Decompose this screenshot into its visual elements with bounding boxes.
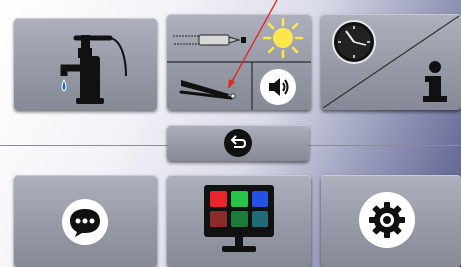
back-arrow-icon bbox=[230, 135, 247, 148]
divider-right bbox=[309, 145, 461, 146]
color-display-icon bbox=[204, 185, 274, 252]
water-pump-button[interactable] bbox=[14, 18, 157, 110]
divider-left bbox=[0, 145, 168, 146]
gear-icon bbox=[369, 202, 405, 238]
light-sound-button[interactable] bbox=[167, 14, 311, 110]
pencil-light-icon bbox=[173, 34, 246, 46]
chat-bubble-icon bbox=[70, 209, 100, 237]
info-icon bbox=[423, 61, 447, 102]
sun-icon bbox=[262, 17, 304, 59]
display-button[interactable] bbox=[167, 175, 311, 267]
water-pump-icon bbox=[60, 35, 127, 104]
analog-clock-icon bbox=[332, 20, 376, 64]
chat-button[interactable] bbox=[14, 175, 157, 267]
speaker-icon bbox=[269, 78, 289, 96]
clock-info-button[interactable] bbox=[321, 14, 461, 110]
back-button[interactable] bbox=[167, 125, 309, 161]
pen-on-surface-icon bbox=[179, 80, 236, 100]
settings-button[interactable] bbox=[321, 175, 461, 267]
